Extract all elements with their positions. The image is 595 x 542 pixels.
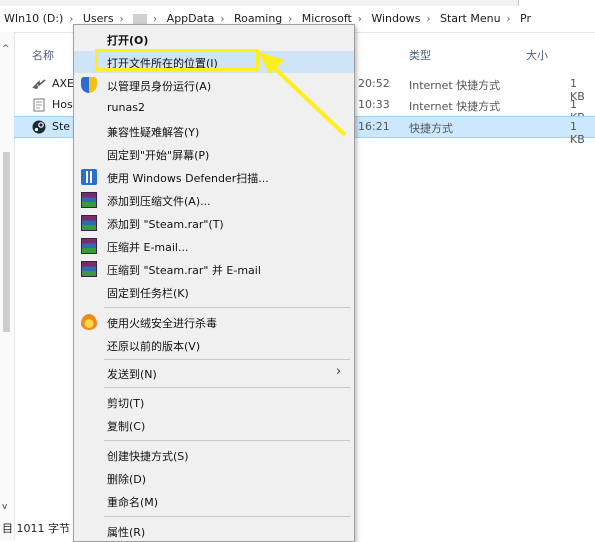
- menu-item-label: 重命名(M): [107, 496, 159, 509]
- menu-separator: [104, 307, 350, 308]
- menu-item-label: 删除(D): [107, 473, 147, 486]
- menu-item-label: 发送到(N): [107, 368, 157, 381]
- menu-item-label: 还原以前的版本(V): [107, 340, 201, 353]
- menu-separator: [104, 359, 350, 360]
- menu-item-run-as-admin[interactable]: 以管理员身份运行(A): [74, 74, 354, 96]
- menu-separator: [104, 516, 350, 517]
- menu-item-pin-to-taskbar[interactable]: 固定到任务栏(K): [74, 281, 354, 303]
- file-type: Internet 快捷方式: [409, 100, 501, 113]
- breadcrumb-user[interactable]: [133, 13, 148, 25]
- menu-item-label: 添加到 "Steam.rar"(T): [107, 218, 224, 231]
- menu-item-add-to-steam-rar[interactable]: 添加到 "Steam.rar"(T): [74, 212, 354, 234]
- menu-item-copy[interactable]: 复制(C): [74, 414, 354, 436]
- windows-defender-icon: [81, 169, 97, 185]
- menu-item-add-to-archive[interactable]: 添加到压缩文件(A)...: [74, 189, 354, 211]
- menu-item-label: 剪切(T): [107, 397, 145, 410]
- huorong-icon: [81, 314, 97, 330]
- column-header-name[interactable]: 名称: [32, 47, 54, 63]
- status-bar: 目 1011 字节: [0, 514, 80, 540]
- file-type: 快捷方式: [409, 122, 453, 135]
- menu-item-label: 固定到"开始"屏幕(P): [107, 149, 210, 162]
- menu-item-label: 使用火绒安全进行杀毒: [107, 317, 217, 330]
- winrar-icon: [81, 238, 97, 254]
- winrar-icon: [81, 215, 97, 231]
- url-shortcut-icon: [32, 79, 46, 89]
- file-name: Hos: [52, 98, 73, 111]
- menu-item-label: 复制(C): [107, 420, 146, 433]
- menu-item-runas2[interactable]: runas2: [74, 97, 354, 119]
- menu-item-rename[interactable]: 重命名(M): [74, 490, 354, 512]
- menu-item-label: 添加到压缩文件(A)...: [107, 195, 211, 208]
- document-icon: [33, 98, 45, 112]
- scrollbar-thumb[interactable]: [3, 152, 10, 332]
- menu-item-delete[interactable]: 删除(D): [74, 467, 354, 489]
- column-header-type[interactable]: 类型: [409, 47, 431, 63]
- menu-item-label: 兼容性疑难解答(Y): [107, 126, 200, 139]
- menu-item-label: 属性(R): [107, 526, 146, 539]
- menu-item-pin-to-start[interactable]: 固定到"开始"屏幕(P): [74, 143, 354, 165]
- menu-item-compress-steam-rar-and-email[interactable]: 压缩到 "Steam.rar" 并 E-mail: [74, 258, 354, 280]
- file-name: Ste: [52, 120, 71, 133]
- context-menu: 打开(O) 打开文件所在的位置(I) 以管理员身份运行(A) runas2 兼容…: [73, 24, 355, 542]
- menu-item-properties[interactable]: 属性(R): [74, 520, 354, 542]
- menu-item-send-to[interactable]: 发送到(N) ›: [74, 362, 354, 384]
- menu-item-restore-previous-versions[interactable]: 还原以前的版本(V): [74, 334, 354, 356]
- file-modified: 20:52: [358, 77, 390, 90]
- annotation-highlight-box: [95, 49, 259, 71]
- scroll-up-icon[interactable]: ^: [2, 44, 10, 54]
- menu-item-label: 以管理员身份运行(A): [107, 80, 212, 93]
- menu-item-create-shortcut[interactable]: 创建快捷方式(S): [74, 444, 354, 466]
- scroll-down-icon[interactable]: v: [2, 502, 7, 512]
- file-modified: 16:21: [358, 120, 390, 133]
- winrar-icon: [81, 192, 97, 208]
- breadcrumb-separator: ›: [426, 14, 431, 25]
- file-size: 1 KB: [570, 120, 585, 146]
- file-type: Internet 快捷方式: [409, 79, 501, 92]
- menu-item-label: 固定到任务栏(K): [107, 287, 189, 300]
- winrar-icon: [81, 261, 97, 277]
- breadcrumb-start-menu[interactable]: Start Menu: [440, 12, 501, 25]
- menu-item-label: 压缩到 "Steam.rar" 并 E-mail: [107, 264, 261, 277]
- breadcrumb-separator: ›: [357, 14, 362, 25]
- menu-item-cut[interactable]: 剪切(T): [74, 391, 354, 413]
- steam-icon: [32, 120, 46, 134]
- breadcrumb-separator: ›: [506, 14, 511, 25]
- menu-separator: [104, 440, 350, 441]
- column-header-size[interactable]: 大小: [526, 47, 548, 63]
- menu-item-huorong-scan[interactable]: 使用火绒安全进行杀毒: [74, 311, 354, 333]
- menu-item-open[interactable]: 打开(O): [74, 28, 354, 50]
- menu-item-troubleshoot-compatibility[interactable]: 兼容性疑难解答(Y): [74, 120, 354, 142]
- menu-separator: [104, 387, 350, 388]
- status-text: 目 1011 字节: [2, 522, 70, 535]
- menu-item-defender-scan[interactable]: 使用 Windows Defender扫描...: [74, 166, 354, 188]
- menu-item-label: 压缩并 E-mail...: [107, 241, 189, 254]
- breadcrumb-drive[interactable]: WIn10 (D:): [4, 12, 63, 25]
- breadcrumb-programs[interactable]: Pr: [520, 12, 531, 25]
- menu-item-label: 创建快捷方式(S): [107, 450, 189, 463]
- chevron-right-icon: ›: [336, 364, 342, 379]
- menu-item-label: 使用 Windows Defender扫描...: [107, 172, 269, 185]
- menu-item-label: runas2: [107, 101, 145, 114]
- navigation-pane: ^ v: [0, 32, 15, 540]
- uac-shield-icon: [81, 77, 97, 93]
- file-name: AXE: [52, 77, 75, 90]
- breadcrumb-windows[interactable]: Windows: [371, 12, 420, 25]
- menu-item-compress-and-email[interactable]: 压缩并 E-mail...: [74, 235, 354, 257]
- menu-item-label: 打开(O): [107, 34, 149, 47]
- file-modified: 10:33: [358, 98, 390, 111]
